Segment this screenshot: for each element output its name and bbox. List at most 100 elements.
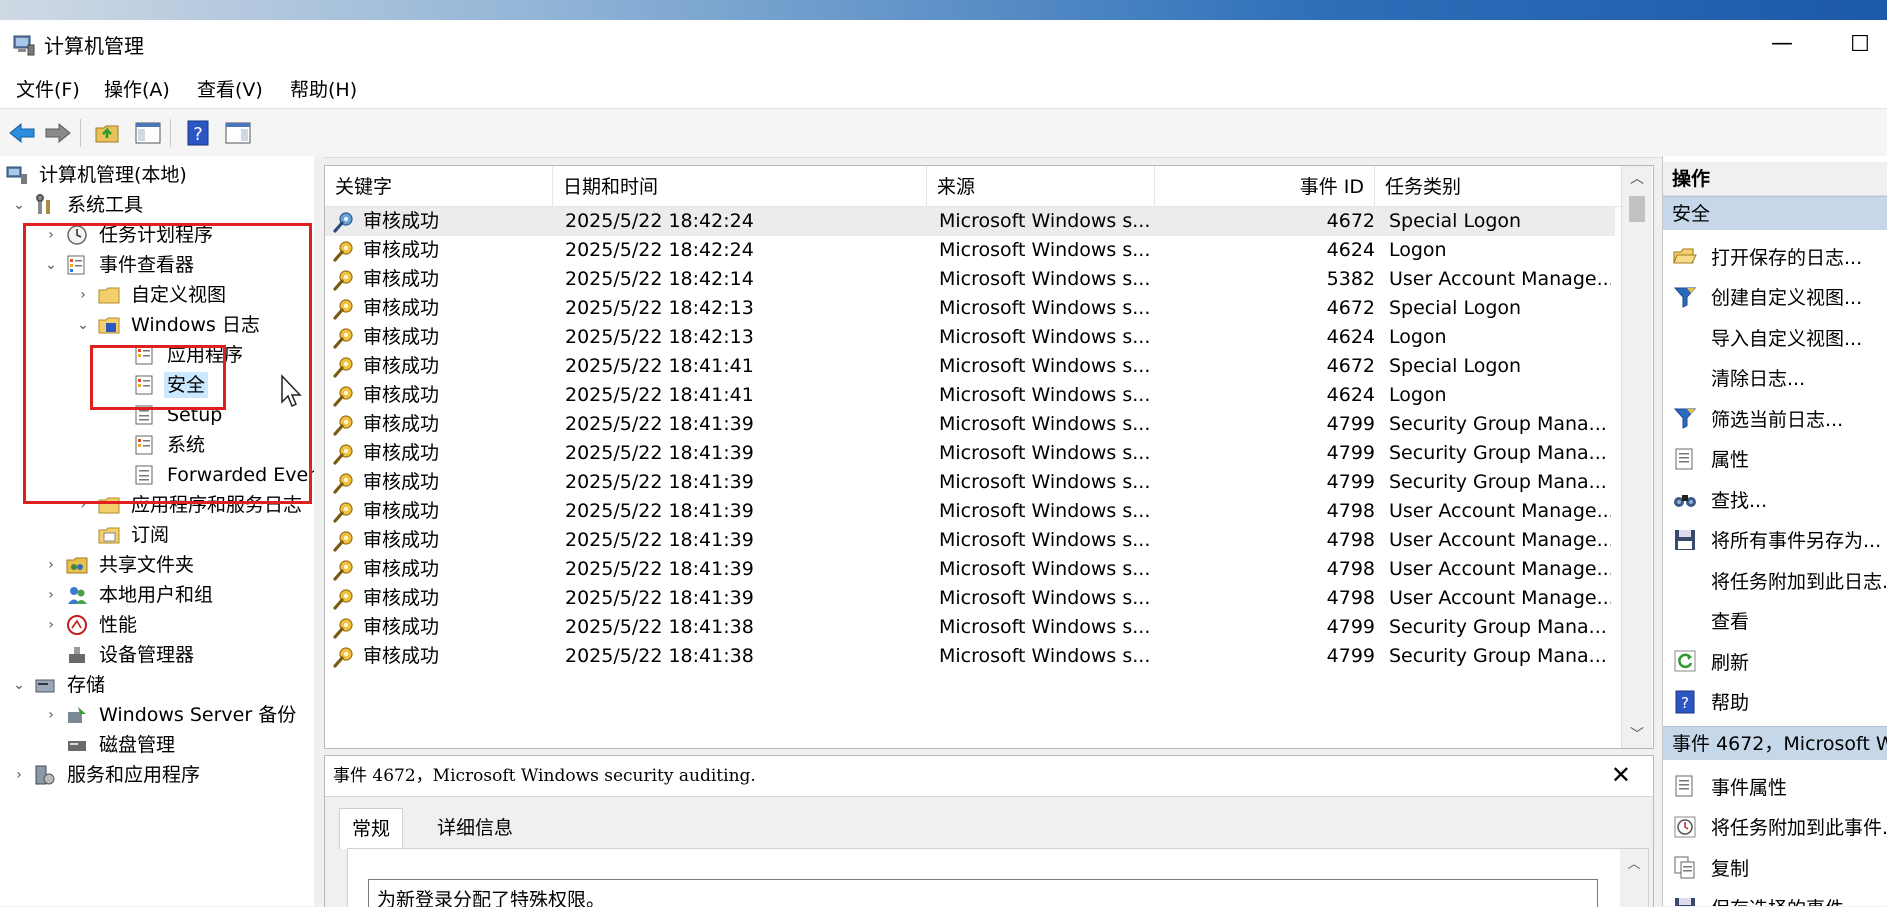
cell-date: 2025/5/22 18:42:13 [563, 294, 935, 323]
table-row[interactable]: 审核成功 2025/5/22 18:41:39 Microsoft Windows … [325, 497, 1615, 526]
column-header-keyword[interactable]: 关键字 [325, 166, 553, 206]
table-row[interactable]: 审核成功 2025/5/22 18:41:39 Microsoft Windows … [325, 526, 1615, 555]
audit-key-icon [333, 588, 355, 610]
chevron-down-icon[interactable]: ⌄ [10, 677, 28, 693]
table-row[interactable]: 审核成功 2025/5/22 18:41:41 Microsoft Windows … [325, 352, 1615, 381]
action-item[interactable]: 查找... [1663, 481, 1887, 517]
cell-source: Microsoft Windows s... [939, 584, 1159, 613]
tree-node-disk-management[interactable]: 磁盘管理 [66, 730, 178, 760]
tab-details[interactable]: 详细信息 [425, 808, 525, 848]
column-header-task-category[interactable]: 任务类别 [1375, 166, 1621, 206]
table-row[interactable]: 审核成功 2025/5/22 18:42:13 Microsoft Windows … [325, 294, 1615, 323]
scroll-up-arrow-icon[interactable]: ︿ [1620, 853, 1648, 872]
table-scrollbar[interactable]: ︿ ﹀ [1621, 166, 1652, 748]
table-row[interactable]: 审核成功 2025/5/22 18:41:39 Microsoft Windows … [325, 439, 1615, 468]
action-item[interactable]: 筛选当前日志... [1663, 400, 1887, 436]
tree-node-system-tools[interactable]: ⌄ 系统工具 [10, 190, 146, 220]
tree-node-shared-folders[interactable]: › 共享文件夹 [42, 550, 197, 580]
event-list[interactable]: 关键字 日期和时间 来源 事件 ID 任务类别 审核成功 2025/5/22 18… [324, 165, 1654, 749]
close-icon[interactable]: ✕ [1611, 760, 1631, 790]
table-row[interactable]: 审核成功 2025/5/22 18:42:24 Microsoft Windows … [325, 207, 1615, 236]
table-row[interactable]: 审核成功 2025/5/22 18:42:13 Microsoft Windows … [325, 323, 1615, 352]
tab-general[interactable]: 常规 [339, 808, 404, 849]
cell-event-id-text: 4624 [1326, 384, 1375, 406]
show-hide-action-pane-icon[interactable] [222, 117, 254, 149]
menu-file[interactable]: 文件(F) [16, 78, 80, 102]
tree-node-root[interactable]: 计算机管理(本地) [6, 160, 190, 190]
table-row[interactable]: 审核成功 2025/5/22 18:41:38 Microsoft Windows … [325, 642, 1615, 671]
tree-node-storage[interactable]: ⌄ 存储 [10, 670, 108, 700]
action-section-security[interactable]: 安全 [1663, 196, 1887, 230]
cell-keyword: 审核成功 [333, 526, 553, 555]
chevron-right-icon[interactable]: › [42, 617, 60, 633]
action-item[interactable]: 事件属性 [1663, 768, 1887, 804]
cell-event-id-text: 4672 [1326, 210, 1375, 232]
maximize-button[interactable]: ☐ [1838, 28, 1882, 64]
table-row[interactable]: 审核成功 2025/5/22 18:41:39 Microsoft Windows … [325, 410, 1615, 439]
scroll-thumb[interactable] [1629, 196, 1645, 222]
cell-task-category: Security Group Mana... [1389, 468, 1611, 497]
show-hide-console-tree-icon[interactable] [132, 117, 164, 149]
tree-node-performance[interactable]: › 性能 [42, 610, 140, 640]
action-item[interactable]: ? 帮助 [1663, 684, 1887, 720]
action-item[interactable]: 导入自定义视图... [1663, 319, 1887, 355]
chevron-down-icon[interactable]: ⌄ [10, 197, 28, 213]
action-item[interactable]: 将所有事件另存为... [1663, 522, 1887, 558]
back-arrow-icon[interactable] [6, 117, 38, 149]
action-item[interactable]: 查看 [1663, 603, 1887, 639]
chevron-right-icon[interactable]: › [42, 707, 60, 723]
chevron-right-icon[interactable]: › [10, 767, 28, 783]
chevron-right-icon[interactable]: › [42, 587, 60, 603]
detail-description: 为新登录分配了特殊权限。 [377, 889, 606, 907]
action-item-label: 保存选择的事件... [1711, 894, 1862, 906]
audit-key-icon [333, 414, 355, 436]
action-item[interactable]: 打开保存的日志... [1663, 238, 1887, 274]
detail-description-box[interactable]: 为新登录分配了特殊权限。 [368, 879, 1598, 907]
column-header-source[interactable]: 来源 [927, 166, 1155, 206]
menu-view[interactable]: 查看(V) [197, 78, 263, 102]
menu-action[interactable]: 操作(A) [104, 78, 170, 102]
action-item[interactable]: 将任务附加到此事件... [1663, 809, 1887, 845]
help-icon: ? [1673, 690, 1697, 714]
table-row[interactable]: 审核成功 2025/5/22 18:41:41 Microsoft Windows … [325, 381, 1615, 410]
cell-keyword-text: 审核成功 [363, 239, 440, 261]
help-icon[interactable]: ? [182, 117, 214, 149]
action-item[interactable]: 属性 [1663, 441, 1887, 477]
cell-event-id-text: 4799 [1326, 442, 1375, 464]
title-bar[interactable] [0, 20, 1887, 72]
tree-node-label: 计算机管理(本地) [39, 164, 187, 186]
cell-source-text: Microsoft Windows s... [939, 587, 1151, 609]
up-folder-icon[interactable] [92, 117, 124, 149]
chevron-right-icon[interactable]: › [42, 557, 60, 573]
tree-node-subscriptions[interactable]: 订阅 [98, 520, 172, 550]
pane-splitter[interactable] [314, 156, 324, 906]
tree-node-windows-server-backup[interactable]: › Windows Server 备份 [42, 700, 299, 730]
detail-scrollbar[interactable]: ︿ [1620, 849, 1648, 907]
column-header-date[interactable]: 日期和时间 [553, 166, 927, 206]
table-row[interactable]: 审核成功 2025/5/22 18:41:39 Microsoft Windows … [325, 468, 1615, 497]
scroll-up-arrow-icon[interactable]: ︿ [1622, 166, 1652, 192]
cell-task-category-text: Special Logon [1389, 210, 1522, 232]
minimize-button[interactable]: — [1760, 28, 1804, 64]
action-item[interactable]: 复制 [1663, 849, 1887, 885]
action-item[interactable]: 将任务附加到此日志... [1663, 562, 1887, 598]
table-row[interactable]: 审核成功 2025/5/22 18:42:14 Microsoft Windows … [325, 265, 1615, 294]
scroll-down-arrow-icon[interactable]: ﹀ [1622, 722, 1652, 748]
tree-node-local-users[interactable]: › 本地用户和组 [42, 580, 216, 610]
action-section-event[interactable]: 事件 4672，Microsoft Windows security audit… [1663, 726, 1887, 760]
tree-node-device-manager[interactable]: 设备管理器 [66, 640, 197, 670]
tree-node-services-apps[interactable]: › 服务和应用程序 [10, 760, 203, 790]
action-item[interactable]: 创建自定义视图... [1663, 279, 1887, 315]
action-item[interactable]: 保存选择的事件... [1663, 890, 1887, 906]
action-item[interactable]: 清除日志... [1663, 360, 1887, 396]
cell-keyword: 审核成功 [333, 613, 553, 642]
cell-task-category-text: Special Logon [1389, 355, 1522, 377]
action-item[interactable]: 刷新 [1663, 643, 1887, 679]
forward-arrow-icon[interactable] [42, 117, 74, 149]
column-header-event-id[interactable]: 事件 ID [1155, 166, 1375, 206]
table-row[interactable]: 审核成功 2025/5/22 18:41:39 Microsoft Windows … [325, 555, 1615, 584]
menu-help[interactable]: 帮助(H) [290, 78, 357, 102]
table-row[interactable]: 审核成功 2025/5/22 18:41:39 Microsoft Windows … [325, 584, 1615, 613]
table-row[interactable]: 审核成功 2025/5/22 18:42:24 Microsoft Windows … [325, 236, 1615, 265]
table-row[interactable]: 审核成功 2025/5/22 18:41:38 Microsoft Windows … [325, 613, 1615, 642]
